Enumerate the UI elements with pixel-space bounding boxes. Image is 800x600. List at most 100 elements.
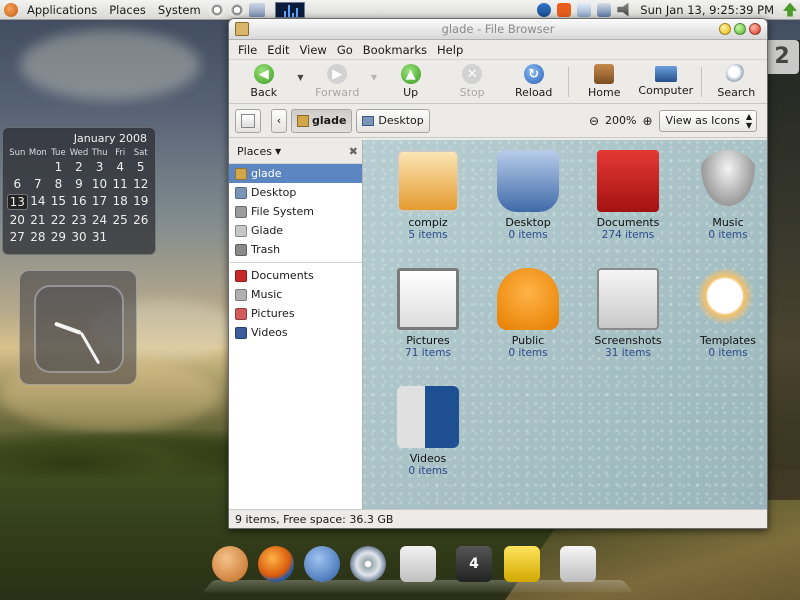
calendar-day[interactable]: 14 (28, 194, 49, 210)
calendar-day[interactable]: 1 (48, 160, 69, 174)
folder-item[interactable]: Desktop 0 items (478, 150, 578, 241)
computer-button[interactable]: Computer (635, 62, 697, 102)
maximize-button[interactable] (734, 23, 746, 35)
nautilus-shell-icon[interactable] (212, 546, 248, 582)
calendar-day[interactable]: 16 (69, 194, 90, 210)
sidebar-item-music[interactable]: Music (229, 285, 362, 304)
calendar-day[interactable]: 18 (110, 194, 131, 210)
menu-go[interactable]: Go (332, 43, 358, 57)
calendar-day[interactable]: 15 (48, 194, 69, 210)
calendar-day[interactable]: 3 (89, 160, 110, 174)
calendar-day[interactable]: 6 (7, 177, 28, 191)
drive-applet-icon[interactable] (248, 2, 265, 17)
notification-icon[interactable] (557, 2, 572, 17)
reload-button[interactable]: ↻ Reload (503, 62, 565, 102)
chevron-down-icon[interactable]: ▼ (275, 147, 281, 156)
calendar-day[interactable]: 11 (110, 177, 131, 191)
minimize-button[interactable] (719, 23, 731, 35)
folder-item[interactable]: Screenshots 31 items (578, 268, 678, 359)
folder-item[interactable]: Music 0 items (678, 150, 767, 241)
calendar-day[interactable]: 20 (7, 213, 28, 227)
menu-file[interactable]: File (233, 43, 262, 57)
menu-applications[interactable]: Applications (21, 0, 103, 20)
folder-item[interactable]: Public 0 items (478, 268, 578, 359)
path-button-desktop[interactable]: Desktop (356, 108, 430, 133)
firefox-icon[interactable] (258, 546, 294, 582)
sidebar-title[interactable]: Places (237, 145, 272, 158)
zoom-level[interactable]: 200% (605, 114, 636, 127)
folder-item[interactable]: Videos 0 items (378, 386, 478, 477)
forward-history-dropdown[interactable]: ▼ (368, 73, 380, 82)
menu-places[interactable]: Places (103, 0, 152, 20)
panel-clock[interactable]: Sun Jan 13, 9:25:39 PM (634, 3, 780, 17)
calendar-day[interactable]: 28 (28, 230, 49, 244)
forward-button[interactable]: ▶ Forward (306, 62, 368, 102)
calendar-day[interactable]: 17 (89, 194, 110, 210)
folder-item[interactable]: Pictures 71 items (378, 268, 478, 359)
drive-icon[interactable] (560, 546, 596, 582)
zoom-out-icon[interactable]: ⊖ (589, 114, 599, 128)
zoom-in-icon[interactable]: ⊕ (642, 114, 652, 128)
back-history-dropdown[interactable]: ▼ (295, 73, 307, 82)
menu-bookmarks[interactable]: Bookmarks (358, 43, 432, 57)
folder-item[interactable]: Documents 274 items (578, 150, 678, 241)
calendar-day[interactable]: 12 (130, 177, 151, 191)
folder-item[interactable]: compiz 5 items (378, 150, 478, 241)
sidebar-item-pictures[interactable]: Pictures (229, 304, 362, 323)
calendar-day[interactable]: 25 (110, 213, 131, 227)
close-button[interactable] (749, 23, 761, 35)
calendar-day[interactable]: 21 (28, 213, 49, 227)
calendar-day[interactable]: 30 (69, 230, 90, 244)
home-button[interactable]: Home (573, 62, 635, 102)
folder-item[interactable]: Templates 0 items (678, 268, 767, 359)
sidebar-item-glade[interactable]: Glade (229, 221, 362, 240)
search-button[interactable]: Search (706, 62, 767, 102)
cd-player-icon[interactable] (350, 546, 386, 582)
menu-view[interactable]: View (295, 43, 332, 57)
path-button-glade[interactable]: glade (291, 108, 353, 133)
network-icon[interactable] (577, 2, 592, 17)
menu-edit[interactable]: Edit (262, 43, 294, 57)
close-sidebar-icon[interactable]: ✖ (349, 145, 358, 158)
workspace-badge[interactable]: 2 (765, 40, 799, 74)
shutdown-icon[interactable] (783, 2, 797, 17)
display-icon[interactable] (597, 2, 612, 17)
calendar-day[interactable]: 10 (89, 177, 110, 191)
gnome-foot-icon[interactable] (4, 2, 18, 17)
calendar-day[interactable]: 19 (130, 194, 151, 210)
calendar-day[interactable]: 13 (7, 194, 28, 210)
calendar-day[interactable]: 5 (130, 160, 151, 174)
up-button[interactable]: ▲ Up (380, 62, 442, 102)
calendar-day[interactable]: 26 (130, 213, 151, 227)
calendar-day[interactable]: 8 (48, 177, 69, 191)
calendar-day[interactable]: 31 (89, 230, 110, 244)
eyes-applet-icon[interactable] (208, 2, 225, 17)
sidebar-item-desktop[interactable]: Desktop (229, 183, 362, 202)
calendar-day[interactable]: 7 (28, 177, 49, 191)
trash-icon[interactable] (504, 546, 540, 582)
sidebar-item-videos[interactable]: Videos (229, 323, 362, 342)
calendar-day[interactable]: 2 (69, 160, 90, 174)
calendar-day[interactable]: 24 (89, 213, 110, 227)
thunderbird-icon[interactable] (304, 546, 340, 582)
window-titlebar[interactable]: glade - File Browser (229, 19, 767, 40)
eyes-applet-icon[interactable] (228, 2, 245, 17)
volume-icon[interactable] (617, 2, 629, 17)
toggle-location-button[interactable] (235, 108, 261, 133)
stop-button[interactable]: ✕ Stop (441, 62, 503, 102)
sidebar-item-trash[interactable]: Trash (229, 240, 362, 259)
sidebar-item-documents[interactable]: Documents (229, 266, 362, 285)
calendar-day[interactable]: 29 (48, 230, 69, 244)
bag-icon[interactable] (400, 546, 436, 582)
calendar-day[interactable]: 23 (69, 213, 90, 227)
sidebar-item-glade[interactable]: glade (229, 164, 362, 183)
menu-system[interactable]: System (152, 0, 207, 20)
calendar-day[interactable]: 9 (69, 177, 90, 191)
system-monitor-graph[interactable] (274, 1, 305, 18)
sidebar-item-file-system[interactable]: File System (229, 202, 362, 221)
calendar-day[interactable]: 4 (110, 160, 131, 174)
calendar-day[interactable]: 27 (7, 230, 28, 244)
update-icon[interactable] (537, 2, 552, 17)
calendar-day[interactable]: 22 (48, 213, 69, 227)
menu-help[interactable]: Help (432, 43, 468, 57)
